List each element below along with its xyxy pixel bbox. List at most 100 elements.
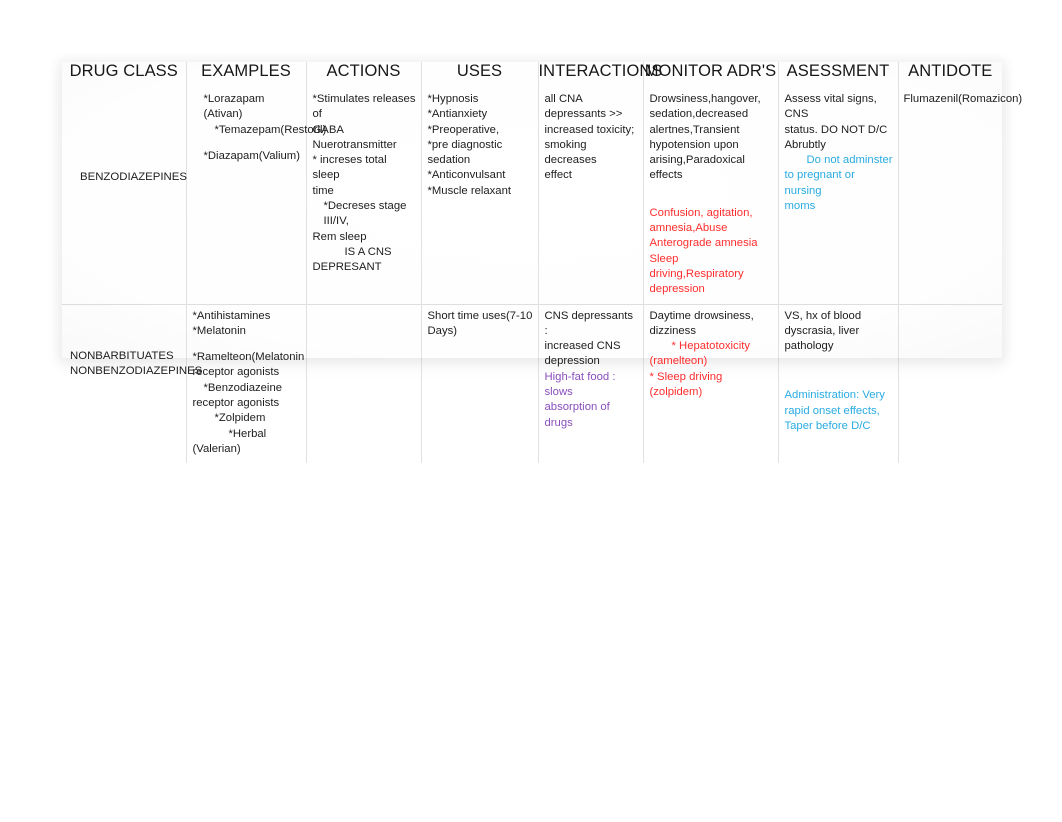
cell-interactions-benzodiazepines: all CNA depressants >> increased toxicit… xyxy=(538,88,644,305)
cell-examples-nonbarbituates: *Antihistamines *Melatonin *Ramelteon(Me… xyxy=(186,303,307,464)
cell-monitor-adrs-nonbarbituates: Daytime drowsiness, dizziness * Hepatoto… xyxy=(643,303,779,464)
example-item: *Zolpidem xyxy=(214,412,266,425)
adr-item-critical: Anterograde amnesia xyxy=(649,237,758,250)
assessment-item: VS, hx of blood xyxy=(784,309,862,322)
slide-page: DRUG CLASS EXAMPLES ACTIONS USES INTERAC… xyxy=(0,0,1062,822)
drug-class-label: BENZODIAZEPINES xyxy=(80,171,187,183)
use-item: Short time uses(7-10 xyxy=(427,309,533,322)
column-header-drug-class: DRUG CLASS xyxy=(62,62,187,88)
action-item: *Decreses stage III/IV, xyxy=(323,200,407,228)
interaction-item: effect xyxy=(544,169,572,182)
use-item: *Muscle relaxant xyxy=(427,184,512,197)
interaction-item: increased CNS xyxy=(544,340,621,353)
table-row: BENZODIAZEPINES *Lorazapam (Ativan) *Tem… xyxy=(62,88,1023,305)
adr-item-critical: amnesia,Abuse xyxy=(649,222,728,235)
adr-item-critical: (ramelteon) xyxy=(649,355,708,368)
interaction-item: smoking decreases xyxy=(544,138,597,167)
adr-item: arising,Paradoxical effects xyxy=(649,154,745,182)
assessment-item: Abrubtly xyxy=(784,138,826,151)
use-item: *Anticonvulsant xyxy=(427,169,506,182)
assessment-item: Assess vital signs, CNS xyxy=(784,93,877,121)
adr-item-critical: * Sleep driving (zolpidem) xyxy=(649,370,723,399)
assessment-item-warning: Do not adminster xyxy=(806,154,893,167)
table-row: NONBARBITUATES NONBENZODIAZEPINES *Antih… xyxy=(62,303,1002,464)
antidote-item: Flumazenil(Romazicon) xyxy=(903,93,1023,105)
assessment-item: dyscrasia, liver xyxy=(784,324,860,337)
column-header-uses: USES xyxy=(421,62,539,88)
adr-item-critical: Confusion, agitation, xyxy=(649,206,753,219)
cell-examples-benzodiazepines: *Lorazapam (Ativan) *Temazepam(Restoril)… xyxy=(186,88,327,305)
adr-item-critical: * Hepatotoxicity xyxy=(671,340,751,353)
cell-drug-class-benzodiazepines: BENZODIAZEPINES xyxy=(62,88,187,305)
example-item: *Melatonin xyxy=(192,324,246,337)
assessment-item-warning: moms xyxy=(784,200,816,213)
adr-item: hypotension upon xyxy=(649,138,739,151)
table-header-row: DRUG CLASS EXAMPLES ACTIONS USES INTERAC… xyxy=(62,62,1002,88)
drug-class-label: NONBARBITUATES NONBENZODIAZEPINES xyxy=(62,305,203,380)
interaction-item-highlight: High-fat food : slows xyxy=(544,370,616,399)
use-item: Days) xyxy=(427,324,458,337)
adr-item-critical: depression xyxy=(649,283,705,296)
cell-actions-benzodiazepines: *Stimulates releases of GABA Nuerotransm… xyxy=(306,88,422,305)
cell-antidote-benzodiazepines: Flumazenil(Romazicon) xyxy=(898,88,1023,304)
action-item: IS A CNS xyxy=(344,245,392,258)
interaction-item: depression xyxy=(544,355,600,368)
example-item: *Herbal xyxy=(228,427,267,440)
assessment-item-warning: Administration: Very xyxy=(784,389,885,402)
adr-item: Daytime drowsiness, xyxy=(649,309,754,322)
cell-actions-nonbarbituates xyxy=(306,303,422,464)
adr-item: alertnes,Transient xyxy=(649,123,740,136)
example-item: *Temazepam(Restoril) xyxy=(214,123,327,136)
example-item: *Benzodiazeine xyxy=(203,381,283,394)
interaction-item: increased toxicity; xyxy=(544,123,635,136)
drug-class-label-line2: NONBENZODIAZEPINES xyxy=(70,365,203,378)
example-item: receptor agonists xyxy=(192,397,280,410)
example-item: (Valerian) xyxy=(192,442,241,455)
adr-item: Drowsiness,hangover, xyxy=(649,93,761,105)
use-item: *Preoperative, xyxy=(427,123,500,136)
assessment-item: status. DO NOT D/C xyxy=(784,123,888,136)
action-item: * increses total sleep xyxy=(312,154,387,182)
adr-item-critical: Sleep driving,Respiratory xyxy=(649,252,744,280)
column-header-examples: EXAMPLES xyxy=(186,62,307,88)
example-item: receptor agonists xyxy=(192,366,280,379)
column-header-antidote: ANTIDOTE xyxy=(908,62,993,80)
assessment-item-warning: Taper before D/C xyxy=(784,420,871,433)
cell-asessment-nonbarbituates: VS, hx of blood dyscrasia, liver patholo… xyxy=(778,303,899,464)
action-item: *Stimulates releases of xyxy=(312,93,416,121)
adr-item: dizziness xyxy=(649,324,696,337)
assessment-item-warning: rapid onset effects, xyxy=(784,404,880,417)
column-header-monitor-adrs: MONITOR ADR'S xyxy=(643,62,779,88)
cell-drug-class-nonbarbituates: NONBARBITUATES NONBENZODIAZEPINES xyxy=(62,303,203,464)
use-item: *Hypnosis xyxy=(427,93,479,105)
example-item: *Ramelteon(Melatonin xyxy=(192,351,305,364)
cell-antidote-nonbarbituates xyxy=(898,303,1002,464)
example-item: *Antihistamines xyxy=(192,309,271,322)
use-item: *pre diagnostic sedation xyxy=(427,138,503,167)
interaction-item: CNS depressants : xyxy=(544,309,634,337)
action-item: Rem sleep xyxy=(312,230,367,243)
use-item: *Antianxiety xyxy=(427,108,488,121)
cell-asessment-benzodiazepines: Assess vital signs, CNS status. DO NOT D… xyxy=(778,88,899,305)
interaction-item: all CNA depressants >> xyxy=(544,93,623,121)
assessment-item-warning: to pregnant or nursing xyxy=(784,169,855,197)
column-header-actions: ACTIONS xyxy=(306,62,422,88)
column-header-interactions: INTERACTIONS xyxy=(538,62,662,88)
example-item: *Diazapam(Valium) xyxy=(203,149,300,162)
drug-class-label-line1: NONBARBITUATES xyxy=(70,349,174,362)
cell-uses-benzodiazepines: *Hypnosis *Antianxiety *Preoperative, *p… xyxy=(421,88,539,305)
cell-monitor-adrs-benzodiazepines: Drowsiness,hangover, sedation,decreased … xyxy=(643,88,779,305)
action-item: GABA Nuerotransmitter xyxy=(312,123,397,151)
assessment-item: pathology xyxy=(784,340,834,353)
adr-item: sedation,decreased xyxy=(649,108,749,121)
example-item: *Lorazapam (Ativan) xyxy=(203,93,265,121)
drug-class-table: DRUG CLASS EXAMPLES ACTIONS USES INTERAC… xyxy=(62,62,1023,464)
cell-uses-nonbarbituates: Short time uses(7-10 Days) xyxy=(421,303,539,464)
column-header-asessment: ASESSMENT xyxy=(778,62,899,88)
action-item: DEPRESANT xyxy=(312,261,382,274)
cell-interactions-nonbarbituates: CNS depressants : increased CNS depressi… xyxy=(538,303,644,464)
